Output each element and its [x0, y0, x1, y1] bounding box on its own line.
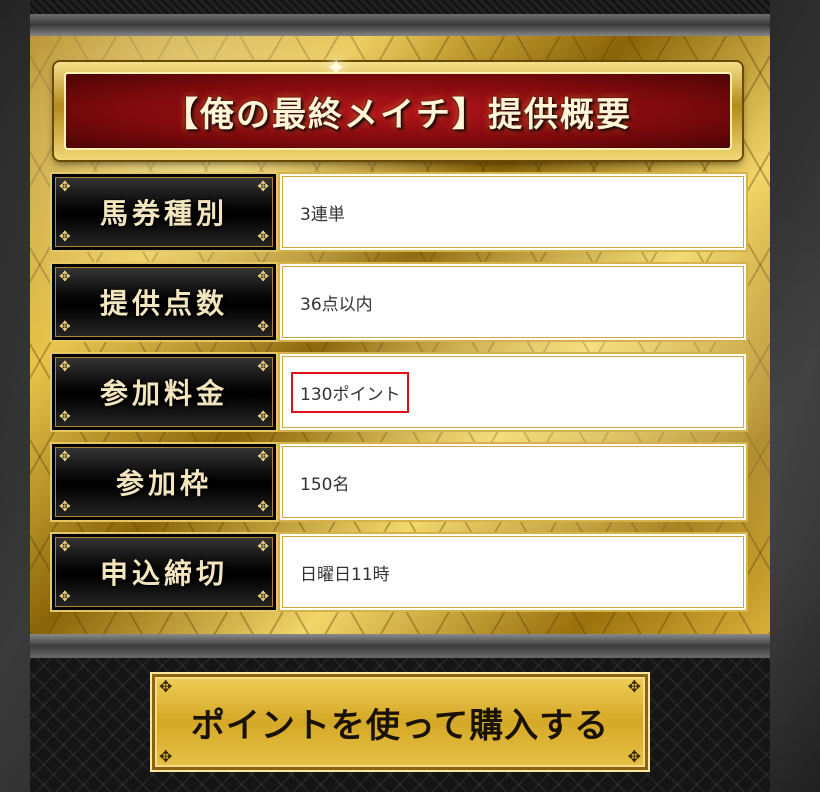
ornament-icon: ✥ — [59, 319, 71, 335]
purchase-button-label: ポイントを使って購入する — [190, 705, 610, 746]
ornament-icon: ✥ — [59, 449, 71, 465]
row-point-count: ✥ ✥ ✥ ✥ 提供点数 36点以内 — [50, 262, 748, 342]
rock-border-bottom — [30, 634, 770, 658]
ornament-icon: ✥ — [257, 499, 269, 515]
ornament-icon: ✥ — [59, 589, 71, 605]
row-value-box: 150名 — [278, 442, 748, 522]
ornament-icon: ✥ — [59, 499, 71, 515]
ornament-icon: ✥ — [257, 229, 269, 245]
ornament-icon: ✥ — [627, 677, 641, 696]
ornament-icon: ✥ — [59, 179, 71, 195]
title-banner: ✦ 【俺の最終メイチ】提供概要 — [54, 54, 742, 160]
row-value-box: 36点以内 — [278, 262, 748, 342]
ornament-icon: ✥ — [257, 319, 269, 335]
row-label: 馬券種別 — [99, 197, 228, 230]
ornament-icon: ✥ — [59, 539, 71, 555]
row-deadline: ✥ ✥ ✥ ✥ 申込締切 日曜日11時 — [50, 532, 748, 612]
ornament-icon: ✥ — [257, 269, 269, 285]
purchase-with-points-button[interactable]: ✥ ✥ ✥ ✥ ポイントを使って購入する — [150, 672, 650, 772]
ornament-icon: ✥ — [627, 747, 641, 766]
top-pattern-strip — [30, 0, 770, 14]
ornament-icon: ✥ — [159, 747, 173, 766]
row-value: 3連単 — [300, 204, 345, 225]
row-label: 提供点数 — [99, 287, 228, 320]
ornament-icon: ✥ — [59, 269, 71, 285]
rock-border-top — [30, 14, 770, 36]
row-label-box: ✥ ✥ ✥ ✥ 参加枠 — [50, 442, 278, 522]
row-label-box: ✥ ✥ ✥ ✥ 参加料金 — [50, 352, 278, 432]
ornament-icon: ✥ — [257, 409, 269, 425]
ornament-icon: ✥ — [257, 589, 269, 605]
row-label: 参加料金 — [99, 377, 228, 410]
ornament-icon: ✥ — [59, 409, 71, 425]
ornament-icon: ✥ — [59, 229, 71, 245]
row-bet-type: ✥ ✥ ✥ ✥ 馬券種別 3連単 — [50, 172, 748, 252]
row-slots: ✥ ✥ ✥ ✥ 参加枠 150名 — [50, 442, 748, 522]
row-fee: ✥ ✥ ✥ ✥ 参加料金 130ポイント — [50, 352, 748, 432]
ornament-icon: ✥ — [257, 179, 269, 195]
title-banner-inner: 【俺の最終メイチ】提供概要 — [64, 72, 732, 150]
row-value: 150名 — [300, 474, 350, 495]
ornament-icon: ✥ — [257, 359, 269, 375]
row-label-box: ✥ ✥ ✥ ✥ 馬券種別 — [50, 172, 278, 252]
row-value: 36点以内 — [300, 294, 373, 315]
row-value-box: 3連単 — [278, 172, 748, 252]
fee-value-highlighted: 130ポイント — [291, 371, 410, 413]
row-value-box: 日曜日11時 — [278, 532, 748, 612]
overview-panel: ✦ 【俺の最終メイチ】提供概要 ✥ ✥ ✥ ✥ 馬券種別 3連単 ✥ ✥ ✥ ✥ — [30, 36, 770, 634]
content-column: ✦ 【俺の最終メイチ】提供概要 ✥ ✥ ✥ ✥ 馬券種別 3連単 ✥ ✥ ✥ ✥ — [30, 0, 770, 792]
row-label-box: ✥ ✥ ✥ ✥ 提供点数 — [50, 262, 278, 342]
ornament-icon: ✥ — [59, 359, 71, 375]
row-label: 申込締切 — [99, 557, 228, 590]
ornament-icon: ✥ — [257, 539, 269, 555]
panel-title: 【俺の最終メイチ】提供概要 — [164, 94, 632, 135]
row-value-box: 130ポイント — [278, 352, 748, 432]
row-label-box: ✥ ✥ ✥ ✥ 申込締切 — [50, 532, 278, 612]
row-label: 参加枠 — [115, 467, 212, 500]
row-value: 日曜日11時 — [300, 564, 390, 585]
ornament-icon: ✥ — [257, 449, 269, 465]
ornament-icon: ✥ — [159, 677, 173, 696]
